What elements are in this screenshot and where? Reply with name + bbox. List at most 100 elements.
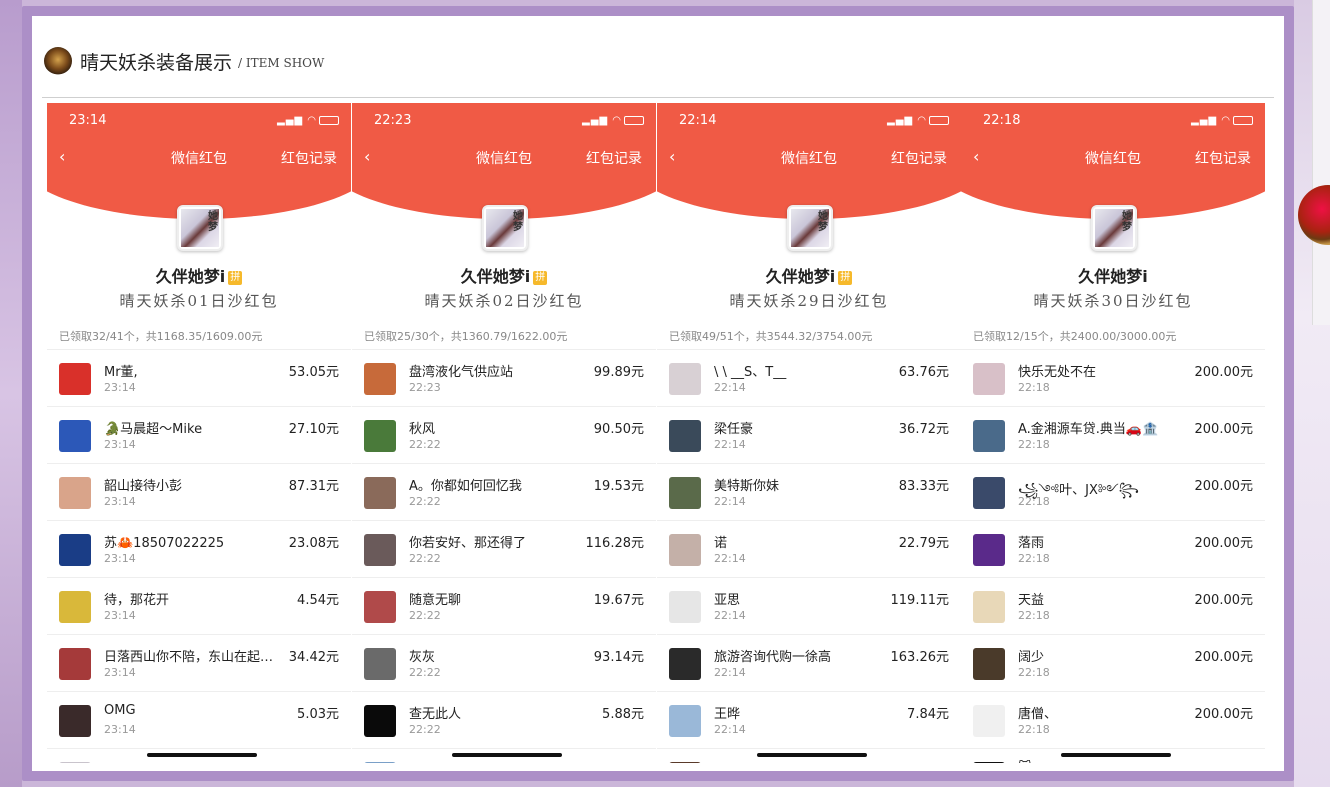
records-link[interactable]: 红包记录 — [891, 148, 947, 168]
claimer-avatar[interactable] — [364, 420, 396, 452]
claimer-avatar[interactable] — [973, 477, 1005, 509]
claim-row[interactable]: Mr董, 23:14 53.05元 — [47, 350, 351, 407]
claimer-avatar[interactable] — [59, 420, 91, 452]
claim-row[interactable]: 查无此人 22:22 5.88元 — [352, 692, 656, 749]
status-time: 23:14 — [69, 113, 107, 128]
claim-time: 22:14 — [714, 495, 746, 508]
claim-summary: 已领取49/51个，共3544.32/3754.00元 — [669, 330, 873, 343]
claim-amount: 200.00元 — [1194, 536, 1254, 551]
claimer-avatar[interactable] — [973, 534, 1005, 566]
claimer-avatar[interactable] — [669, 762, 701, 763]
claim-amount: 83.33元 — [898, 479, 949, 494]
claim-row[interactable]: 随意无聊 22:22 19.67元 — [352, 578, 656, 635]
sender-avatar[interactable]: 她梦 — [1091, 205, 1137, 251]
claim-time: 22:22 — [409, 666, 441, 679]
records-link[interactable]: 红包记录 — [1195, 148, 1251, 168]
claim-row[interactable]: 韶山接待小彭 23:14 87.31元 — [47, 464, 351, 521]
claim-row[interactable]: 秋风 22:22 90.50元 — [352, 407, 656, 464]
sender-avatar[interactable]: 她梦 — [482, 205, 528, 251]
claim-row[interactable]: 梁任豪 22:14 36.72元 — [657, 407, 961, 464]
claim-row[interactable]: A.金湘源车贷.典当🚗🏦 22:18 200.00元 — [961, 407, 1265, 464]
claimer-avatar[interactable] — [59, 762, 91, 763]
status-icons: ▂▄▆ ◠ — [582, 115, 644, 126]
claim-amount: 53.05元 — [288, 365, 339, 380]
claimer-avatar[interactable] — [364, 363, 396, 395]
status-icons: ▂▄▆ ◠ — [887, 115, 949, 126]
claimer-avatar[interactable] — [364, 705, 396, 737]
claimer-avatar[interactable] — [669, 477, 701, 509]
claim-amount: 87.31元 — [288, 479, 339, 494]
claim-row[interactable]: 灰灰 22:22 93.14元 — [352, 635, 656, 692]
claim-amount: 34.42元 — [288, 650, 339, 665]
claim-amount: 200.00元 — [1194, 365, 1254, 380]
claimer-avatar[interactable] — [364, 591, 396, 623]
claim-row[interactable]: 🐊马晨超～Mike 23:14 27.10元 — [47, 407, 351, 464]
records-link[interactable]: 红包记录 — [281, 148, 337, 168]
demon-mask-icon — [44, 47, 72, 75]
claim-summary: 已领取25/30个，共1360.79/1622.00元 — [364, 330, 568, 343]
claim-row[interactable]: \ \ __S、T__ 22:14 63.76元 — [657, 350, 961, 407]
claim-row[interactable]: ꧁༺叶、JX༻꧂ 22:18 200.00元 — [961, 464, 1265, 521]
claimer-avatar[interactable] — [973, 420, 1005, 452]
claim-row[interactable]: 待，那花开 23:14 4.54元 — [47, 578, 351, 635]
claimer-avatar[interactable] — [364, 762, 396, 763]
red-packet-memo: 晴天妖杀02日沙红包 — [424, 292, 584, 310]
claim-time: 22:14 — [714, 609, 746, 622]
sender-name: 久伴她梦i 拼 — [657, 263, 961, 287]
claimer-avatar[interactable] — [669, 420, 701, 452]
claimer-avatar[interactable] — [364, 477, 396, 509]
claimer-avatar[interactable] — [59, 705, 91, 737]
claim-row[interactable]: 亚思 22:14 119.11元 — [657, 578, 961, 635]
claim-time: 23:14 — [104, 381, 136, 394]
claimer-avatar[interactable] — [59, 648, 91, 680]
avatar-calligraphy: 她梦 — [818, 211, 828, 233]
claim-row[interactable]: 美特斯你妹 22:14 83.33元 — [657, 464, 961, 521]
claimer-avatar[interactable] — [973, 705, 1005, 737]
claimer-avatar[interactable] — [364, 648, 396, 680]
claim-row[interactable]: 王晔 22:14 7.84元 — [657, 692, 961, 749]
claim-row[interactable]: 日落西山你不陪，东山在起… 23:14 34.42元 — [47, 635, 351, 692]
claimer-avatar[interactable] — [973, 591, 1005, 623]
claim-time: 22:22 — [409, 495, 441, 508]
sender-avatar[interactable]: 她梦 — [177, 205, 223, 251]
avatar-calligraphy: 她梦 — [208, 211, 218, 233]
claim-row[interactable]: 阔少 22:18 200.00元 — [961, 635, 1265, 692]
claim-row[interactable]: 你若安好、那还得了 22:22 116.28元 — [352, 521, 656, 578]
claim-row[interactable]: 天益 22:18 200.00元 — [961, 578, 1265, 635]
claimer-name: 待，那花开 — [104, 593, 170, 608]
claimer-avatar[interactable] — [59, 363, 91, 395]
signal-icon: ▂▄▆ — [277, 115, 304, 126]
claimer-name: 唐僧、 — [1018, 707, 1058, 722]
claimer-avatar[interactable] — [973, 648, 1005, 680]
claim-row[interactable]: 唐僧、 22:18 200.00元 — [961, 692, 1265, 749]
claimer-avatar[interactable] — [669, 534, 701, 566]
claim-row[interactable]: 盘湾液化气供应站 22:23 99.89元 — [352, 350, 656, 407]
claimer-avatar[interactable] — [973, 762, 1005, 763]
claim-row[interactable]: 旅游咨询代购一徐高 22:14 163.26元 — [657, 635, 961, 692]
claimer-name: 旅游咨询代购一徐高 — [714, 650, 832, 665]
claimer-avatar[interactable] — [59, 477, 91, 509]
claimer-avatar[interactable] — [973, 363, 1005, 395]
red-packet-memo: 晴天妖杀01日沙红包 — [119, 292, 279, 310]
claimer-avatar[interactable] — [669, 705, 701, 737]
claim-row[interactable]: OMG 23:14 5.03元 — [47, 692, 351, 749]
records-link[interactable]: 红包记录 — [586, 148, 642, 168]
sender-name-text: 久伴她梦i — [765, 267, 836, 286]
claim-row[interactable]: A。你都如何回忆我 22:22 19.53元 — [352, 464, 656, 521]
page-background-left — [0, 0, 22, 787]
claimer-avatar[interactable] — [59, 591, 91, 623]
claimer-avatar[interactable] — [669, 591, 701, 623]
sender-avatar[interactable]: 她梦 — [787, 205, 833, 251]
claim-row[interactable]: 快乐无处不在 22:18 200.00元 — [961, 350, 1265, 407]
claim-row[interactable]: 落雨 22:18 200.00元 — [961, 521, 1265, 578]
claim-time: 22:14 — [714, 666, 746, 679]
claimer-avatar[interactable] — [59, 534, 91, 566]
claimer-avatar[interactable] — [669, 363, 701, 395]
claimer-name: OMG — [104, 703, 136, 718]
section-title: 晴天妖杀装备展示 — [80, 51, 233, 74]
claimer-avatar[interactable] — [669, 648, 701, 680]
claim-row[interactable]: 诺 22:14 22.79元 — [657, 521, 961, 578]
claim-amount: 27.10元 — [288, 422, 339, 437]
claim-row[interactable]: 苏🦀18507022225 23:14 23.08元 — [47, 521, 351, 578]
claimer-avatar[interactable] — [364, 534, 396, 566]
